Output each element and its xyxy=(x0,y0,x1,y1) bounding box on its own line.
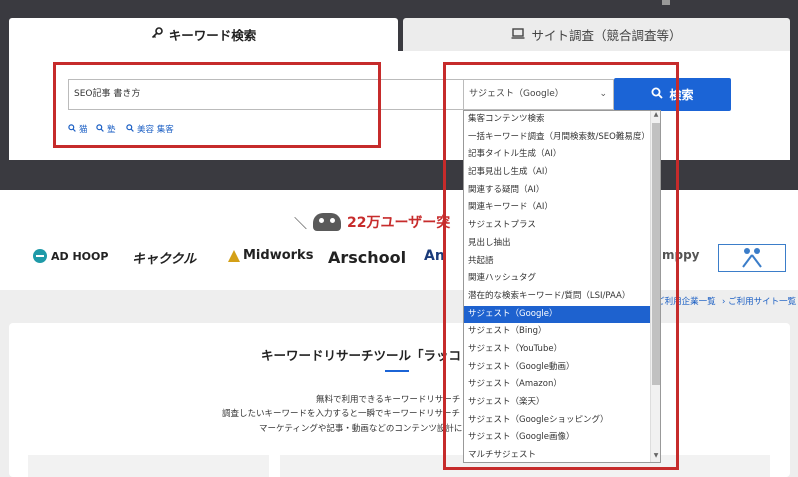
users-prefix: ＼ xyxy=(294,216,308,232)
link-sites[interactable]: › ご利用サイト一覧 xyxy=(722,295,796,307)
search-input[interactable]: SEO記事 書き方 xyxy=(68,79,464,110)
chevron-down-icon: ⌄ xyxy=(599,89,607,99)
window-control-icon[interactable] xyxy=(662,0,670,5)
dropdown-option[interactable]: サジェスト（YouTube） xyxy=(464,341,650,359)
key-icon xyxy=(151,27,163,42)
dropdown-option[interactable]: サジェスト（Google動画） xyxy=(464,359,650,377)
dropdown-option[interactable]: マルチサジェスト xyxy=(464,447,650,462)
midworks-mark-icon xyxy=(228,249,240,262)
dropdown-option[interactable]: 集客コンテンツ検索 xyxy=(464,111,650,129)
tab-site-label: サイト調査（競合調査等） xyxy=(531,28,682,43)
dropdown-option[interactable]: 記事見出し生成（AI） xyxy=(464,164,650,182)
scroll-down-icon[interactable]: ▼ xyxy=(652,452,660,462)
dropdown-list: 集客コンテンツ検索 一括キーワード調査（月間検索数/SEO難易度） 記事タイトル生成… xyxy=(464,111,660,462)
dropdown-option[interactable]: 関連する疑問（AI） xyxy=(464,182,650,200)
intro-text-3: マーケティングや記事・動画などのコンテンツ設計に xyxy=(259,424,463,434)
history-item[interactable]: 美容 集客 xyxy=(126,123,174,135)
dropdown-option[interactable]: 潜在的な検索キーワード/質問（LSI/PAA） xyxy=(464,288,650,306)
logo-kyakukuru: キャククル xyxy=(132,252,197,267)
tab-keyword-search[interactable]: キーワード検索 xyxy=(9,18,398,51)
dropdown-option[interactable]: 記事タイトル生成（AI） xyxy=(464,146,650,164)
logo-adhoop: AD HOOP xyxy=(32,248,108,264)
search-button-label: 検索 xyxy=(669,88,694,102)
dropdown-option[interactable]: サジェスト（Google画像） xyxy=(464,429,650,447)
users-count-line: ＼ 22万ユーザー突 xyxy=(294,212,450,232)
dropdown-option[interactable]: サジェスト（Google） xyxy=(464,305,650,324)
dropdown-option[interactable]: 見出し抽出 xyxy=(464,235,650,253)
logo-midworks: Midworks xyxy=(228,248,313,263)
search-icon xyxy=(68,123,76,135)
adhoop-mark-icon xyxy=(33,249,47,263)
logo-consulting-group xyxy=(718,244,786,272)
search-icon xyxy=(96,123,104,135)
search-icon xyxy=(126,123,134,135)
dropdown-option[interactable]: サジェスト（Bing） xyxy=(464,323,650,341)
dropdown-option[interactable]: サジェスト（Googleショッピング） xyxy=(464,412,650,430)
users-banner xyxy=(0,190,798,290)
history-item[interactable]: 猫 xyxy=(68,123,88,135)
title-divider xyxy=(385,370,409,372)
laptop-icon xyxy=(511,27,525,42)
dropdown-option[interactable]: 関連ハッシュタグ xyxy=(464,270,650,288)
page-title: キーワードリサーチツール「ラッコ xyxy=(261,348,462,363)
search-button[interactable]: 検索 xyxy=(614,78,731,111)
people-mark-icon xyxy=(742,248,762,268)
dropdown-option[interactable]: 関連キーワード（AI） xyxy=(464,199,650,217)
search-type-select[interactable]: サジェスト（Google） ⌄ xyxy=(463,79,614,110)
tab-site-research[interactable]: サイト調査（競合調査等） xyxy=(403,18,790,51)
history-label: 美容 集客 xyxy=(137,125,174,135)
dropdown-option[interactable]: サジェストプラス xyxy=(464,217,650,235)
logo-an: An xyxy=(424,248,445,264)
search-icon xyxy=(651,87,664,102)
logo-arschool: Arschool xyxy=(328,248,407,267)
intro-text-2: 調査したいキーワードを入力すると一瞬でキーワードリサーチ xyxy=(222,409,461,419)
dropdown-option[interactable]: 一括キーワード調査（月間検索数/SEO難易度） xyxy=(464,129,650,147)
feature-card xyxy=(28,455,269,477)
history-item[interactable]: 塾 xyxy=(96,123,116,135)
search-type-value: サジェスト（Google） xyxy=(469,89,564,99)
dropdown-option[interactable]: サジェスト（Amazon） xyxy=(464,376,650,394)
history-label: 塾 xyxy=(107,125,116,135)
tab-keyword-label: キーワード検索 xyxy=(168,28,257,43)
logo-mppy: mppy xyxy=(662,248,700,262)
users-count: 22万ユーザー突 xyxy=(347,215,451,231)
mascot-icon xyxy=(313,213,342,231)
history-label: 猫 xyxy=(79,125,88,135)
dropdown-option[interactable]: サジェスト（楽天） xyxy=(464,394,650,412)
scrollbar-thumb[interactable] xyxy=(652,123,660,385)
scroll-up-icon[interactable]: ▲ xyxy=(652,111,660,121)
dropdown-scrollbar[interactable]: ▲ ▼ xyxy=(650,111,660,462)
search-type-dropdown[interactable]: 集客コンテンツ検索 一括キーワード調査（月間検索数/SEO難易度） 記事タイトル生成… xyxy=(463,110,661,463)
dropdown-option[interactable]: 共起語 xyxy=(464,253,650,271)
intro-text-1: 無料で利用できるキーワードリサーチ xyxy=(316,395,461,405)
